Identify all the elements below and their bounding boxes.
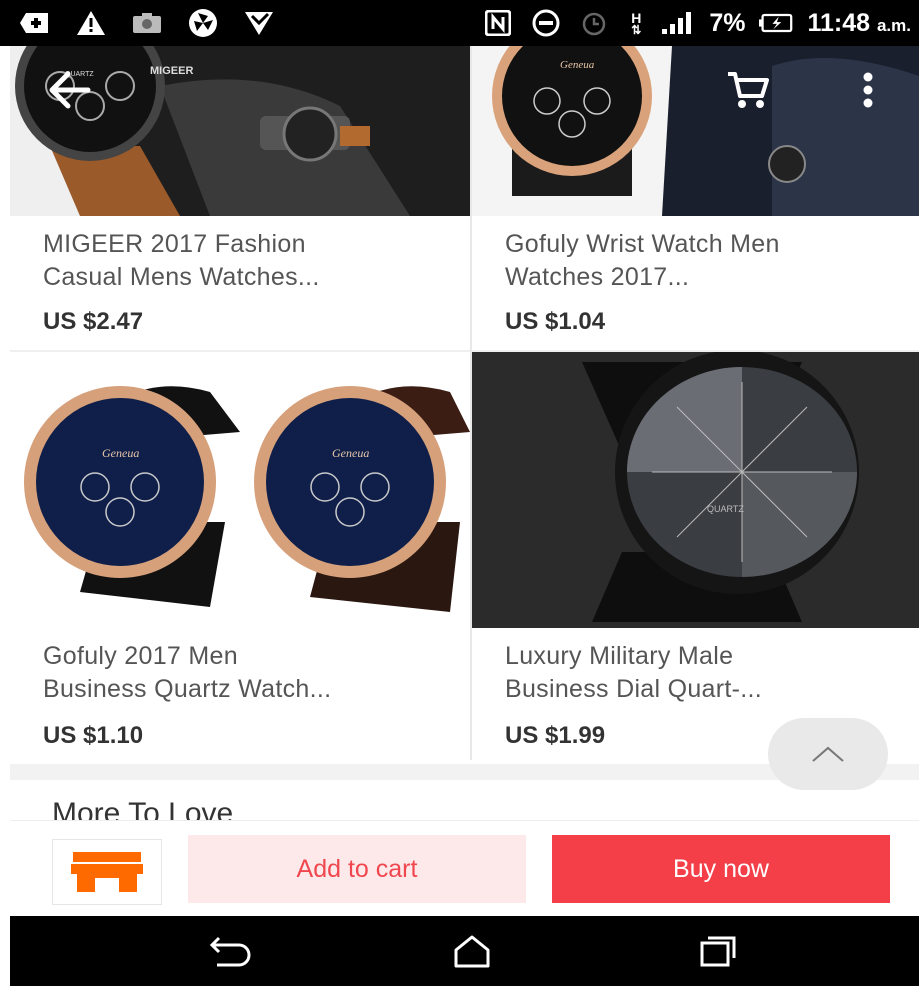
product-title-line: Gofuly 2017 Men [43,642,238,670]
product-price: US $1.10 [43,722,144,749]
warning-icon [74,10,108,36]
product-title-line: Casual Mens Watches... [43,263,320,291]
watch-brand-text: Geneua [332,446,369,460]
nfc-icon [481,10,515,36]
home-icon [454,935,490,968]
column-divider [470,46,472,760]
alarm-icon [577,10,611,36]
watch-brand-text: MIGEER [150,65,193,77]
product-title: MIGEER 2017 Fashion Casual Mens Watches.… [43,228,460,294]
nav-back-button[interactable] [202,926,262,976]
clock: 11:48 a.m. [807,8,911,37]
nav-home-button[interactable] [442,926,502,976]
product-image: QUARTZ [472,352,919,628]
chevron-up-icon [812,746,844,762]
status-bar: H ⇅ 7% 11:48 a.m. [0,0,919,46]
signal-icon [661,10,695,36]
product-price: US $2.47 [43,308,144,335]
back-button[interactable] [38,58,102,122]
pinwheel-icon [186,9,220,37]
product-title-line: Business Dial Quart-... [505,675,762,703]
back-icon [209,936,251,967]
watch-brand-text: Geneua [102,446,139,460]
more-options-button[interactable] [838,58,898,122]
product-title: Luxury Military Male Business Dial Quart… [505,640,909,706]
do-not-disturb-icon [529,9,563,37]
add-to-cart-button[interactable]: Add to cart [188,835,526,903]
nav-recents-button[interactable] [688,926,748,976]
recents-icon [700,936,736,967]
product-card[interactable]: Geneua Geneua Gofuly 2017 Men Business Q… [10,352,470,760]
product-title-line: Watches 2017... [505,263,690,291]
battery-percent: 7% [709,8,746,37]
plus-box-icon [18,10,52,36]
watch-dial-text: QUARTZ [707,504,744,514]
product-title-line: Luxury Military Male [505,642,734,670]
cart-button[interactable] [716,58,780,122]
buy-now-button[interactable]: Buy now [552,835,890,903]
section-title: More To Love [52,797,234,820]
cart-icon [728,72,769,108]
product-card[interactable]: QUARTZ Luxury Military Male Business Dia… [472,352,919,760]
product-title: Gofuly 2017 Men Business Quartz Watch... [43,640,460,706]
battery-icon [759,10,793,36]
product-title-line: MIGEER 2017 Fashion [43,230,306,258]
network-h-icon: H ⇅ [631,10,642,37]
arrow-left-icon [49,71,91,109]
more-vertical-icon [863,72,873,108]
navigation-bar [10,916,919,986]
camera-icon [130,10,164,36]
product-image: Geneua Geneua [10,352,470,628]
product-price: US $1.99 [505,722,606,749]
product-title-line: Business Quartz Watch... [43,675,332,703]
scroll-to-top-button[interactable] [768,718,888,790]
product-title: Gofuly Wrist Watch Men Watches 2017... [505,228,909,294]
product-price: US $1.04 [505,308,606,335]
store-button[interactable] [52,839,162,905]
action-bar: Add to cart Buy now [10,820,919,916]
shield-icon [242,10,276,36]
product-title-line: Gofuly Wrist Watch Men [505,230,780,258]
watch-brand-text: Geneua [560,59,595,71]
store-icon [71,852,143,892]
